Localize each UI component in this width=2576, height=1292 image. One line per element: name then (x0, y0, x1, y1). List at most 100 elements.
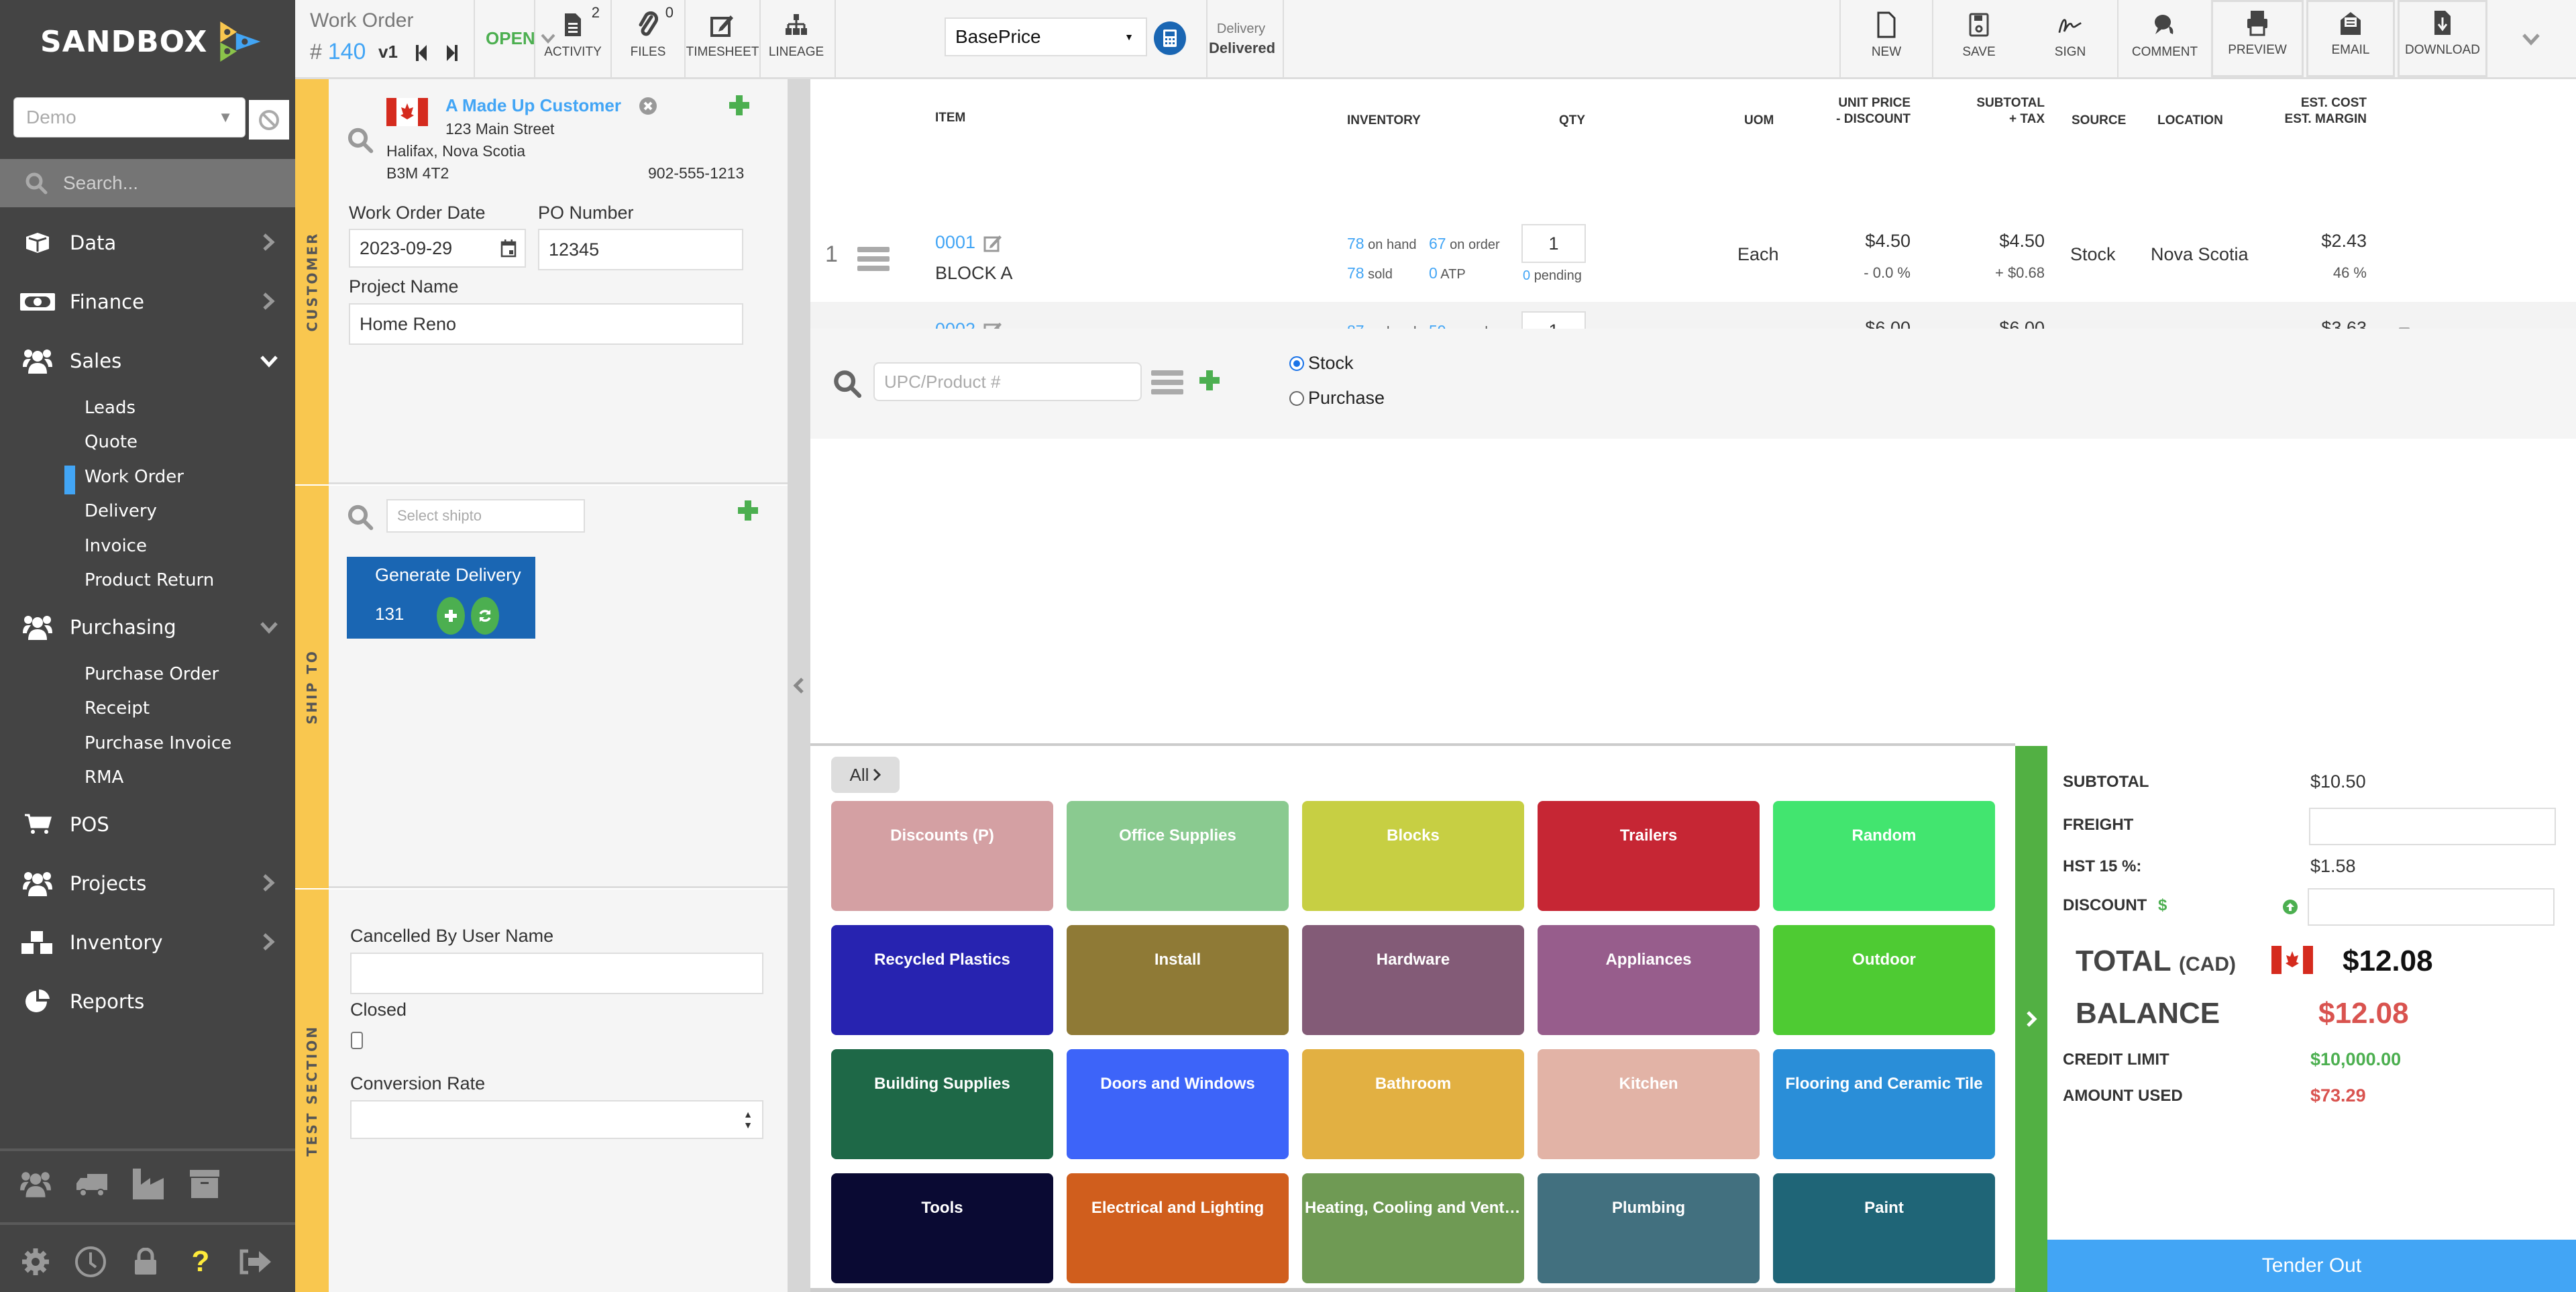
activity-button[interactable]: 2 ACTIVITY (535, 0, 610, 77)
truck-icon[interactable] (75, 1167, 109, 1201)
source-radio-stock[interactable]: Stock (1289, 353, 1354, 374)
closed-checkbox[interactable] (351, 1032, 363, 1049)
add-shipto-icon[interactable] (737, 499, 759, 522)
category-tile[interactable]: Blocks (1302, 801, 1524, 911)
project-name-input[interactable]: Home Reno (349, 303, 743, 345)
price-list-select[interactable]: BasePrice ▼ (945, 17, 1147, 56)
sidebar-item-receipt[interactable]: Receipt (0, 692, 295, 726)
logout-icon[interactable] (239, 1245, 272, 1279)
category-tile[interactable]: Recycled Plastics (831, 925, 1053, 1035)
discount-input[interactable] (2308, 888, 2555, 926)
category-tile[interactable]: Appliances (1538, 925, 1760, 1035)
category-breadcrumb-all[interactable]: All (831, 757, 900, 793)
tenant-select[interactable]: Demo ▼ (13, 97, 246, 138)
users-icon[interactable] (19, 1167, 52, 1201)
sidebar-item-leads[interactable]: Leads (0, 390, 295, 425)
sign-button[interactable]: SIGN (2025, 0, 2116, 77)
upc-product-input[interactable]: UPC/Product # (873, 362, 1142, 401)
category-tile[interactable]: Office Supplies (1067, 801, 1289, 911)
drag-handle-icon[interactable] (857, 246, 890, 277)
category-tile[interactable]: Kitchen (1538, 1049, 1760, 1159)
shipto-search-icon[interactable] (346, 503, 374, 531)
category-tile[interactable]: Trailers (1538, 801, 1760, 911)
preview-button[interactable]: PREVIEW (2211, 0, 2304, 77)
add-customer-icon[interactable] (728, 94, 751, 117)
sidebar-item-finance[interactable]: Finance (0, 272, 295, 331)
category-tile[interactable]: Install (1067, 925, 1289, 1035)
sidebar-item-data[interactable]: Data (0, 213, 295, 272)
generate-delivery-add-button[interactable] (437, 597, 465, 635)
archive-icon[interactable] (188, 1167, 221, 1201)
tender-out-button[interactable]: Tender Out (2047, 1240, 2576, 1292)
sidebar-item-product-return[interactable]: Product Return (0, 563, 295, 598)
calendar-icon[interactable] (500, 239, 517, 258)
first-record-icon[interactable] (415, 43, 428, 63)
generate-delivery-refresh-button[interactable] (471, 597, 499, 635)
po-number-input[interactable]: 12345 (538, 229, 743, 270)
category-tile[interactable]: Random (1773, 801, 1995, 911)
product-search-icon[interactable] (832, 368, 863, 400)
comment-button[interactable]: COMMENT (2118, 0, 2211, 77)
gear-icon[interactable] (19, 1245, 52, 1279)
sidebar-item-rma[interactable]: RMA (0, 761, 295, 796)
category-tile[interactable]: Outdoor (1773, 925, 1995, 1035)
spinner-arrows-icon[interactable]: ▲ ▼ (743, 1109, 753, 1130)
more-chevron-down-icon[interactable] (2521, 32, 2541, 47)
help-icon[interactable]: ? (184, 1245, 217, 1279)
category-tile[interactable]: Flooring and Ceramic Tile (1773, 1049, 1995, 1159)
sidebar-item-quote[interactable]: Quote (0, 425, 295, 460)
sidebar-item-purchasing[interactable]: Purchasing (0, 598, 295, 657)
sidebar-item-inventory[interactable]: Inventory (0, 913, 295, 972)
freight-input[interactable] (2309, 808, 2556, 845)
sidebar-item-purchase-order[interactable]: Purchase Order (0, 657, 295, 692)
add-product-icon[interactable] (1199, 369, 1220, 392)
edit-item-icon[interactable] (983, 233, 1002, 257)
last-record-icon[interactable] (445, 43, 459, 63)
category-tile[interactable]: Doors and Windows (1067, 1049, 1289, 1159)
dollar-toggle-icon[interactable]: $ (2158, 896, 2167, 914)
category-tile[interactable]: Plumbing (1538, 1173, 1760, 1283)
totals-collapse-handle[interactable] (2015, 746, 2047, 1292)
sidebar-item-work-order[interactable]: Work Order (0, 460, 295, 494)
sidebar-item-invoice[interactable]: Invoice (0, 529, 295, 563)
sidebar-item-purchase-invoice[interactable]: Purchase Invoice (0, 726, 295, 761)
qty-input[interactable]: 1 (1521, 224, 1586, 263)
item-code-link[interactable]: 0001 (935, 232, 975, 253)
category-tile[interactable]: Hardware (1302, 925, 1524, 1035)
sidebar-item-pos[interactable]: POS (0, 795, 295, 854)
category-tile[interactable]: Electrical and Lighting (1067, 1173, 1289, 1283)
clear-customer-icon[interactable] (639, 97, 657, 115)
category-tile[interactable]: Discounts (P) (831, 801, 1053, 911)
calculator-button[interactable] (1154, 21, 1186, 55)
customer-name-link[interactable]: A Made Up Customer (445, 95, 621, 116)
sidebar-item-projects[interactable]: Projects (0, 854, 295, 913)
factory-icon[interactable] (131, 1167, 165, 1201)
work-order-date-input[interactable]: 2023-09-29 (349, 229, 526, 268)
cancelled-by-input[interactable] (350, 953, 763, 994)
new-button[interactable]: NEW (1841, 0, 1932, 77)
lock-icon[interactable] (129, 1245, 162, 1279)
category-tile[interactable]: Tools (831, 1173, 1053, 1283)
tenant-clear-button[interactable] (249, 100, 289, 140)
conversion-rate-input[interactable]: ▲ ▼ (350, 1100, 763, 1139)
logo[interactable]: SANDBOX (40, 8, 262, 75)
download-button[interactable]: DOWNLOAD (2398, 0, 2487, 77)
sidebar-item-delivery[interactable]: Delivery (0, 494, 295, 529)
sidebar-item-sales[interactable]: Sales (0, 331, 295, 390)
sidebar-search[interactable]: Search... (0, 159, 295, 207)
clock-icon[interactable] (74, 1245, 107, 1279)
files-button[interactable]: 0 FILES (612, 0, 684, 77)
category-tile[interactable]: Bathroom (1302, 1049, 1524, 1159)
lineage-button[interactable]: LINEAGE (761, 0, 832, 77)
sidebar-item-reports[interactable]: Reports (0, 972, 295, 1031)
category-tile[interactable]: Paint (1773, 1173, 1995, 1283)
save-button[interactable]: SAVE (1933, 0, 2025, 77)
category-tile[interactable]: Heating, Cooling and Ventil... (1302, 1173, 1524, 1283)
customer-search-icon[interactable] (346, 126, 374, 154)
source-radio-purchase[interactable]: Purchase (1289, 388, 1385, 409)
category-tile[interactable]: Building Supplies (831, 1049, 1053, 1159)
arrow-up-circle-icon[interactable] (2282, 899, 2298, 915)
collapse-panel-handle[interactable] (788, 79, 810, 1292)
shipto-select[interactable]: Select shipto (386, 499, 585, 533)
list-menu-icon[interactable] (1151, 369, 1183, 396)
